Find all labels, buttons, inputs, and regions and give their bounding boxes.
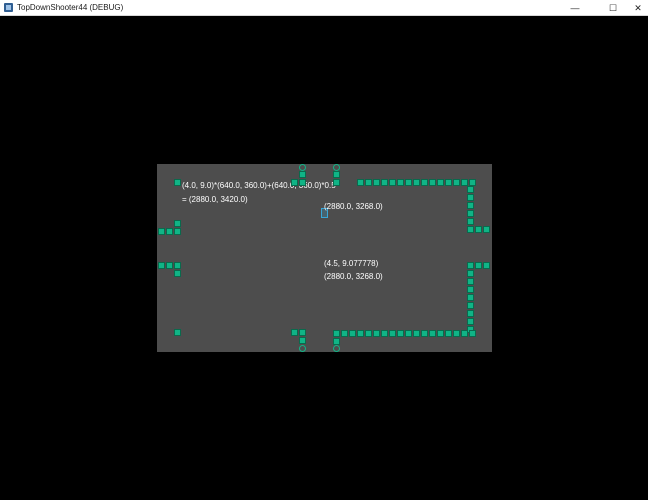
wall-tile [461, 330, 468, 337]
wall-tile [467, 310, 474, 317]
wall-tile [475, 262, 482, 269]
wall-tile [413, 330, 420, 337]
wall-tile [467, 226, 474, 233]
wall-tile [469, 179, 476, 186]
wall-tile [291, 329, 298, 336]
wall-tile [333, 338, 340, 345]
wall-tile [299, 337, 306, 344]
wall-tile [445, 330, 452, 337]
wall-tile [333, 330, 340, 337]
wall-tile [357, 179, 364, 186]
wall-tile [437, 179, 444, 186]
minimize-button[interactable]: — [560, 0, 590, 16]
wall-tile [373, 179, 380, 186]
wall-tile [467, 278, 474, 285]
spawn-marker [333, 164, 340, 171]
wall-tile [483, 262, 490, 269]
wall-tile [174, 270, 181, 277]
wall-tile [445, 179, 452, 186]
debug-tile-coordinate: (4.5, 9.077778) [324, 259, 379, 268]
wall-tile [389, 179, 396, 186]
wall-tile [467, 186, 474, 193]
debug-formula-line1: (4.0, 9.0)*(640.0, 360.0)+(640.0, 360.0)… [182, 181, 336, 190]
wall-tile [341, 330, 348, 337]
wall-tile [299, 329, 306, 336]
app-icon [4, 3, 13, 12]
wall-tile [389, 330, 396, 337]
debug-world-position: (2880.0, 3268.0) [324, 272, 383, 281]
spawn-marker [299, 164, 306, 171]
wall-tile [357, 330, 364, 337]
maximize-button[interactable]: ☐ [598, 0, 628, 16]
wall-tile [437, 330, 444, 337]
wall-tile [453, 179, 460, 186]
wall-tile [405, 330, 412, 337]
wall-tile [467, 194, 474, 201]
wall-tile [365, 179, 372, 186]
wall-tile [467, 202, 474, 209]
wall-tile [467, 302, 474, 309]
wall-tile [158, 228, 165, 235]
debug-player-position: (2880.0, 3268.0) [324, 202, 383, 211]
wall-tile [467, 294, 474, 301]
wall-tile [421, 179, 428, 186]
wall-tile [467, 218, 474, 225]
wall-tile [397, 330, 404, 337]
close-button[interactable]: ✕ [628, 0, 648, 16]
wall-tile [299, 171, 306, 178]
wall-tile [349, 330, 356, 337]
wall-tile [299, 179, 306, 186]
wall-tile [174, 220, 181, 227]
wall-tile [421, 330, 428, 337]
spawn-marker [333, 345, 340, 352]
wall-tile [405, 179, 412, 186]
game-map: (4.0, 9.0)*(640.0, 360.0)+(640.0, 360.0)… [157, 164, 492, 352]
wall-tile [469, 330, 476, 337]
wall-tile [365, 330, 372, 337]
debug-formula-line2: = (2880.0, 3420.0) [182, 195, 248, 204]
wall-tile [381, 179, 388, 186]
wall-tile [429, 179, 436, 186]
wall-tile [467, 270, 474, 277]
wall-tile [373, 330, 380, 337]
wall-tile [333, 179, 340, 186]
wall-tile [483, 226, 490, 233]
wall-tile [174, 262, 181, 269]
wall-tile [467, 286, 474, 293]
wall-tile [413, 179, 420, 186]
wall-tile [158, 262, 165, 269]
wall-tile [333, 171, 340, 178]
wall-tile [467, 318, 474, 325]
wall-tile [453, 330, 460, 337]
wall-tile [174, 228, 181, 235]
wall-tile [397, 179, 404, 186]
wall-tile [166, 262, 173, 269]
game-viewport[interactable]: (4.0, 9.0)*(640.0, 360.0)+(640.0, 360.0)… [0, 16, 648, 500]
wall-tile [461, 179, 468, 186]
wall-tile [174, 329, 181, 336]
wall-tile [381, 330, 388, 337]
title-bar: TopDownShooter44 (DEBUG) — ☐ ✕ [0, 0, 648, 16]
wall-tile [467, 262, 474, 269]
wall-tile [291, 179, 298, 186]
wall-tile [174, 179, 181, 186]
wall-tile [467, 210, 474, 217]
spawn-marker [299, 345, 306, 352]
wall-tile [429, 330, 436, 337]
wall-tile [166, 228, 173, 235]
window-title: TopDownShooter44 (DEBUG) [17, 3, 124, 12]
wall-tile [475, 226, 482, 233]
